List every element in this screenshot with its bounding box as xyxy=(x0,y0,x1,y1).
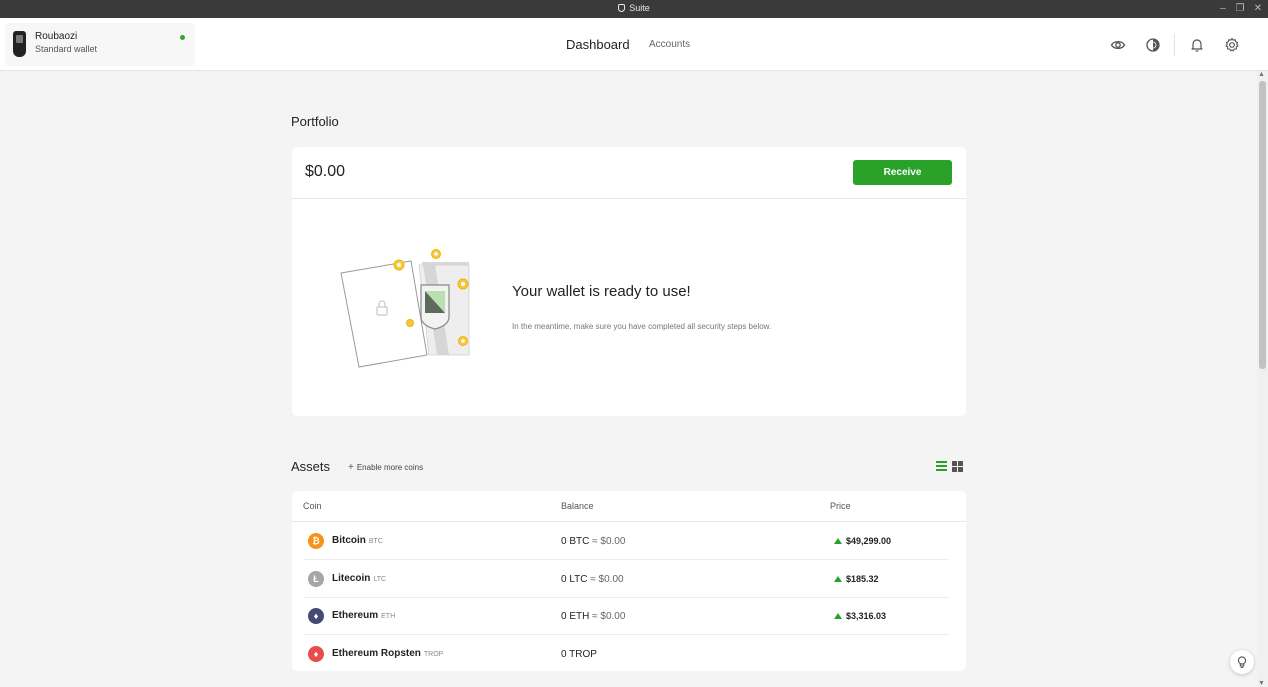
coin-name: Litecoin LTC xyxy=(332,573,386,584)
coin-name-text: Litecoin xyxy=(332,572,371,584)
coin-balance-amount: 0 ETH xyxy=(561,611,590,623)
coin-name: Ethereum ETH xyxy=(332,610,395,621)
portfolio-card: $0.00 Receive Your wallet is ready to us… xyxy=(292,147,966,416)
header-divider xyxy=(1174,34,1175,56)
connection-status-dot xyxy=(180,35,185,40)
coin-icon: Ł xyxy=(308,570,324,587)
app-header: Roubaozi Standard wallet Dashboard Accou… xyxy=(0,18,1268,71)
coin-price-value: $185.32 xyxy=(846,573,879,584)
portfolio-title: Portfolio xyxy=(291,114,339,129)
table-row[interactable]: ♦ Ethereum ETH 0 ETH ≈ $0.00 $3,316.03 xyxy=(292,597,966,636)
assets-table: Coin Balance Price ₿ Bitcoin BTC 0 BTC ≈ $0… xyxy=(292,491,966,671)
coin-price: $185.32 xyxy=(834,574,879,584)
page-scrollbar[interactable]: ▲ ▼ xyxy=(1257,71,1268,687)
wallet-ready-illustration xyxy=(340,249,470,368)
coin-icon: ♦ xyxy=(308,646,324,663)
coin-symbol: LTC xyxy=(373,575,387,583)
column-header-coin: Coin xyxy=(303,501,322,511)
receive-button[interactable]: Receive xyxy=(853,160,952,185)
coin-price: $3,316.03 xyxy=(834,611,886,621)
list-view-icon[interactable] xyxy=(936,461,947,471)
coin-name-text: Bitcoin xyxy=(332,535,366,546)
window-title-text: Suite xyxy=(629,3,650,13)
scroll-down-arrow-icon[interactable]: ▼ xyxy=(1258,680,1265,687)
suite-logo-icon xyxy=(618,4,626,12)
coin-symbol: BTC xyxy=(368,538,383,545)
table-row[interactable]: ₿ Bitcoin BTC 0 BTC ≈ $0.00 $49,299.00 xyxy=(292,522,966,560)
lightbulb-icon xyxy=(1237,656,1247,668)
device-switcher[interactable]: Roubaozi Standard wallet xyxy=(5,23,195,66)
coin-balance: 0 TROP xyxy=(561,649,597,660)
coin-name-text: Ethereum xyxy=(332,610,379,622)
coin-name: Ethereum Ropsten TROP xyxy=(332,648,443,659)
window-title: Suite xyxy=(0,3,1268,13)
grid-view-icon[interactable] xyxy=(952,461,963,472)
coin-balance: 0 LTC ≈ $0.00 xyxy=(561,574,624,585)
coin-balance-fiat: ≈ $0.00 xyxy=(592,536,626,547)
price-up-arrow-icon xyxy=(834,538,842,544)
scrollbar-thumb[interactable] xyxy=(1259,81,1266,369)
price-up-arrow-icon xyxy=(834,613,842,620)
column-header-balance: Balance xyxy=(561,501,594,511)
close-icon[interactable]: ✕ xyxy=(1251,2,1265,16)
coin-balance: 0 BTC ≈ $0.00 xyxy=(561,536,625,547)
coin-balance-amount: 0 BTC xyxy=(561,536,590,547)
minimize-icon[interactable]: – xyxy=(1216,2,1230,16)
table-row[interactable]: ♦ Ethereum Ropsten TROP 0 TROP xyxy=(292,635,966,673)
trezor-device-icon xyxy=(13,31,26,57)
enable-more-coins-label: Enable more coins xyxy=(356,463,424,472)
plus-icon: + xyxy=(348,462,354,473)
coin-name-text: Ethereum Ropsten xyxy=(332,648,421,660)
scroll-up-arrow-icon[interactable]: ▲ xyxy=(1258,71,1265,78)
wallet-ready-title: Your wallet is ready to use! xyxy=(512,283,691,300)
coin-balance-amount: 0 LTC xyxy=(561,573,588,585)
coin-balance-amount: 0 TROP xyxy=(561,649,597,661)
column-header-price: Price xyxy=(830,501,851,511)
portfolio-balance: $0.00 xyxy=(305,163,346,180)
coin-balance-fiat: ≈ $0.00 xyxy=(592,611,626,623)
nav-accounts[interactable]: Accounts xyxy=(649,39,690,50)
nav-dashboard[interactable]: Dashboard xyxy=(566,37,630,52)
price-up-arrow-icon xyxy=(834,575,842,582)
coin-symbol: ETH xyxy=(381,613,396,621)
table-row[interactable]: Ł Litecoin LTC 0 LTC ≈ $0.00 $185.32 xyxy=(292,560,966,598)
coin-balance-fiat: ≈ $0.00 xyxy=(590,573,624,585)
assets-title: Assets xyxy=(291,459,331,474)
enable-more-coins-link[interactable]: + Enable more coins xyxy=(348,462,423,473)
tor-icon[interactable] xyxy=(1145,37,1161,53)
coin-icon: ₿ xyxy=(308,533,324,549)
coin-name: Bitcoin BTC xyxy=(332,535,383,546)
wallet-type: Standard wallet xyxy=(35,44,98,54)
gear-icon[interactable] xyxy=(1224,37,1240,53)
eye-icon[interactable] xyxy=(1110,37,1126,53)
window-titlebar: Suite – ❐ ✕ xyxy=(0,0,1268,18)
coin-price-value: $3,316.03 xyxy=(846,611,887,622)
bell-icon[interactable] xyxy=(1189,37,1205,53)
coin-price-value: $49,299.00 xyxy=(846,536,892,546)
coin-balance: 0 ETH ≈ $0.00 xyxy=(561,611,625,622)
restore-icon[interactable]: ❐ xyxy=(1233,2,1247,16)
coin-price: $49,299.00 xyxy=(834,536,891,546)
guide-button[interactable] xyxy=(1230,650,1254,674)
wallet-ready-subtitle: In the meantime, make sure you have comp… xyxy=(512,322,772,331)
device-name: Roubaozi xyxy=(35,31,78,42)
card-divider xyxy=(292,198,966,199)
coin-icon: ♦ xyxy=(308,608,324,625)
coin-symbol: TROP xyxy=(423,651,444,659)
